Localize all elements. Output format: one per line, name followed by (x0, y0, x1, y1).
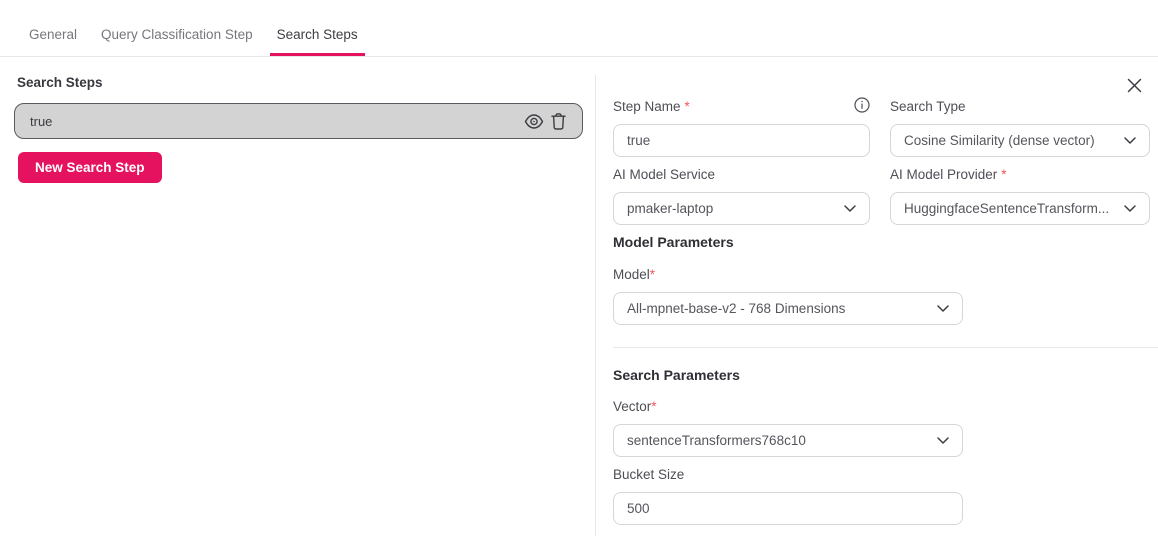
chevron-down-icon (1124, 205, 1136, 212)
ai-model-provider-label: AI Model Provider* (890, 167, 1150, 185)
required-asterisk: * (1001, 167, 1006, 182)
delete-step-button[interactable] (546, 109, 570, 133)
search-step-list-item[interactable]: true (14, 103, 583, 139)
required-asterisk: * (685, 99, 690, 114)
search-type-label: Search Type (890, 99, 1150, 117)
search-parameters-heading: Search Parameters (613, 367, 740, 383)
search-pipeline-config-page: { "tabs": [ { "label": "General" }, { "l… (0, 0, 1158, 536)
tab-search-steps[interactable]: Search Steps (270, 27, 365, 56)
required-asterisk: * (651, 399, 656, 414)
new-search-step-button[interactable]: New Search Step (18, 152, 162, 183)
chevron-down-icon (844, 205, 856, 212)
ai-model-service-label: AI Model Service (613, 167, 870, 185)
model-parameters-heading: Model Parameters (613, 234, 734, 250)
step-name-field-group: Step Name* (613, 99, 870, 157)
close-editor-button[interactable] (1125, 76, 1143, 94)
model-select[interactable]: All-mpnet-base-v2 - 768 Dimensions (613, 292, 963, 325)
panel-divider (595, 75, 596, 536)
vector-field-group: Vector* sentenceTransformers768c10 (613, 399, 963, 457)
required-asterisk: * (650, 267, 655, 282)
step-editor-panel: Step Name* Search Type Cosine Similarity… (613, 75, 1158, 536)
info-icon[interactable] (854, 97, 870, 113)
search-steps-title: Search Steps (17, 75, 103, 90)
step-name-label: Step Name* (613, 99, 870, 117)
section-divider (613, 347, 1158, 348)
ai-model-provider-select[interactable]: HuggingfaceSentenceTransform... (890, 192, 1150, 225)
vector-select[interactable]: sentenceTransformers768c10 (613, 424, 963, 457)
bucket-size-label: Bucket Size (613, 467, 963, 485)
trash-icon (551, 113, 566, 130)
step-item-name: true (30, 114, 522, 129)
tab-general[interactable]: General (22, 27, 84, 56)
step-name-input[interactable] (613, 124, 870, 157)
chevron-down-icon (1124, 137, 1136, 144)
chevron-down-icon (937, 305, 949, 312)
chevron-down-icon (937, 437, 949, 444)
bucket-size-field-group: Bucket Size (613, 467, 963, 525)
model-field-group: Model* All-mpnet-base-v2 - 768 Dimension… (613, 267, 963, 325)
tab-query-classification-step[interactable]: Query Classification Step (94, 27, 260, 56)
view-step-button[interactable] (522, 109, 546, 133)
ai-model-provider-field-group: AI Model Provider* HuggingfaceSentenceTr… (890, 167, 1150, 225)
ai-model-service-field-group: AI Model Service pmaker-laptop (613, 167, 870, 225)
search-type-select[interactable]: Cosine Similarity (dense vector) (890, 124, 1150, 157)
vector-label: Vector* (613, 399, 963, 417)
search-type-field-group: Search Type Cosine Similarity (dense vec… (890, 99, 1150, 157)
ai-model-service-select[interactable]: pmaker-laptop (613, 192, 870, 225)
eye-icon (524, 114, 544, 129)
tab-bar: General Query Classification Step Search… (0, 0, 1158, 57)
close-icon (1127, 78, 1142, 93)
bucket-size-input[interactable] (613, 492, 963, 525)
model-label: Model* (613, 267, 963, 285)
